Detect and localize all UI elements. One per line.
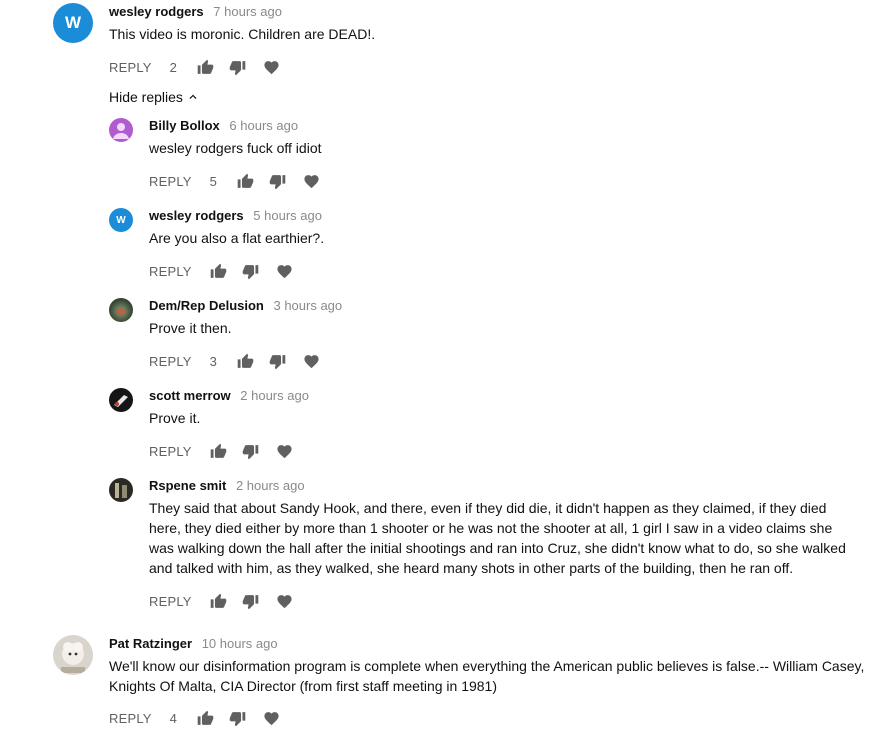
avatar[interactable] bbox=[109, 478, 133, 502]
thumb-up-icon[interactable] bbox=[196, 57, 216, 77]
thumb-up-icon[interactable] bbox=[236, 171, 256, 191]
reply-text: They said that about Sandy Hook, and the… bbox=[149, 500, 846, 576]
reply-button[interactable]: REPLY bbox=[149, 174, 192, 189]
heart-icon[interactable] bbox=[275, 591, 295, 611]
heart-icon[interactable] bbox=[275, 441, 295, 461]
thumb-down-icon[interactable] bbox=[241, 441, 261, 461]
thumb-down-icon[interactable] bbox=[228, 708, 248, 728]
avatar[interactable]: W bbox=[53, 3, 93, 43]
profile-image bbox=[115, 307, 127, 316]
reply-text: Prove it. bbox=[149, 410, 201, 426]
thumb-up-icon[interactable] bbox=[236, 351, 256, 371]
reply-button[interactable]: REPLY bbox=[109, 711, 152, 726]
reply-time[interactable]: 5 hours ago bbox=[253, 208, 322, 223]
thumb-up-icon[interactable] bbox=[209, 591, 229, 611]
comment-text: We'll know our disinformation program is… bbox=[109, 658, 865, 694]
thumb-up-icon[interactable] bbox=[209, 261, 229, 281]
thumb-down-icon[interactable] bbox=[268, 351, 288, 371]
reply-text: wesley rodgers fuck off idiot bbox=[149, 140, 322, 156]
reply-author[interactable]: wesley rodgers bbox=[149, 208, 244, 223]
avatar[interactable] bbox=[109, 118, 133, 142]
reply-author[interactable]: Dem/Rep Delusion bbox=[149, 298, 264, 313]
heart-icon[interactable] bbox=[262, 708, 282, 728]
comment-author[interactable]: wesley rodgers bbox=[109, 4, 204, 19]
reply-author[interactable]: Billy Bollox bbox=[149, 118, 220, 133]
reply-comment: Rspene smit 2 hours ago They said that a… bbox=[0, 470, 878, 620]
reply-text: Prove it then. bbox=[149, 320, 232, 336]
reply-comment: Dem/Rep Delusion 3 hours ago Prove it th… bbox=[0, 290, 878, 375]
heart-icon[interactable] bbox=[275, 261, 295, 281]
reply-button[interactable]: REPLY bbox=[149, 264, 192, 279]
like-count: 5 bbox=[209, 173, 217, 189]
reply-author[interactable]: Rspene smit bbox=[149, 478, 226, 493]
reply-text: Are you also a flat earthier?. bbox=[149, 230, 325, 246]
comment: W wesley rodgers 7 hours ago This video … bbox=[0, 0, 878, 85]
profile-image bbox=[115, 483, 127, 498]
reply-comment: scott merrow 2 hours ago Prove it. REPLY bbox=[0, 380, 878, 465]
reply-comment: W wesley rodgers 5 hours ago Are you als… bbox=[0, 200, 878, 285]
reply-time[interactable]: 3 hours ago bbox=[273, 298, 342, 313]
comment-text: This video is moronic. Children are DEAD… bbox=[109, 26, 376, 42]
chevron-up-icon bbox=[189, 94, 197, 99]
heart-icon[interactable] bbox=[302, 351, 322, 371]
profile-image bbox=[61, 642, 85, 673]
like-count: 3 bbox=[209, 353, 217, 369]
avatar[interactable] bbox=[109, 298, 133, 322]
like-count: 2 bbox=[169, 59, 177, 75]
thumb-up-icon[interactable] bbox=[209, 441, 229, 461]
avatar[interactable] bbox=[109, 388, 133, 412]
avatar[interactable] bbox=[53, 635, 93, 675]
thumb-down-icon[interactable] bbox=[241, 591, 261, 611]
thumb-down-icon[interactable] bbox=[241, 261, 261, 281]
reply-time[interactable]: 2 hours ago bbox=[240, 388, 309, 403]
avatar-letter: W bbox=[116, 214, 126, 226]
comment-time[interactable]: 10 hours ago bbox=[202, 636, 278, 651]
reply-button[interactable]: REPLY bbox=[109, 60, 152, 75]
reply-time[interactable]: 6 hours ago bbox=[229, 118, 298, 133]
avatar[interactable]: W bbox=[109, 208, 133, 232]
reply-button[interactable]: REPLY bbox=[149, 354, 192, 369]
heart-icon[interactable] bbox=[302, 171, 322, 191]
thumb-down-icon[interactable] bbox=[268, 171, 288, 191]
heart-icon[interactable] bbox=[262, 57, 282, 77]
comment-author[interactable]: Pat Ratzinger bbox=[109, 636, 192, 651]
hide-replies-label: Hide replies bbox=[109, 89, 183, 105]
reply-author[interactable]: scott merrow bbox=[149, 388, 231, 403]
like-count: 4 bbox=[169, 710, 177, 726]
comment: Pat Ratzinger 10 hours ago We'll know ou… bbox=[0, 630, 878, 743]
reply-comment: Billy Bollox 6 hours ago wesley rodgers … bbox=[0, 110, 878, 195]
avatar-letter: W bbox=[64, 13, 82, 32]
person-icon bbox=[113, 123, 129, 139]
thumb-down-icon[interactable] bbox=[228, 57, 248, 77]
reply-time[interactable]: 2 hours ago bbox=[236, 478, 305, 493]
reply-button[interactable]: REPLY bbox=[149, 594, 192, 609]
comment-time[interactable]: 7 hours ago bbox=[213, 4, 282, 19]
reply-button[interactable]: REPLY bbox=[149, 444, 192, 459]
hide-replies-button[interactable]: Hide replies bbox=[109, 89, 200, 105]
profile-image bbox=[114, 395, 128, 407]
thumb-up-icon[interactable] bbox=[196, 708, 216, 728]
